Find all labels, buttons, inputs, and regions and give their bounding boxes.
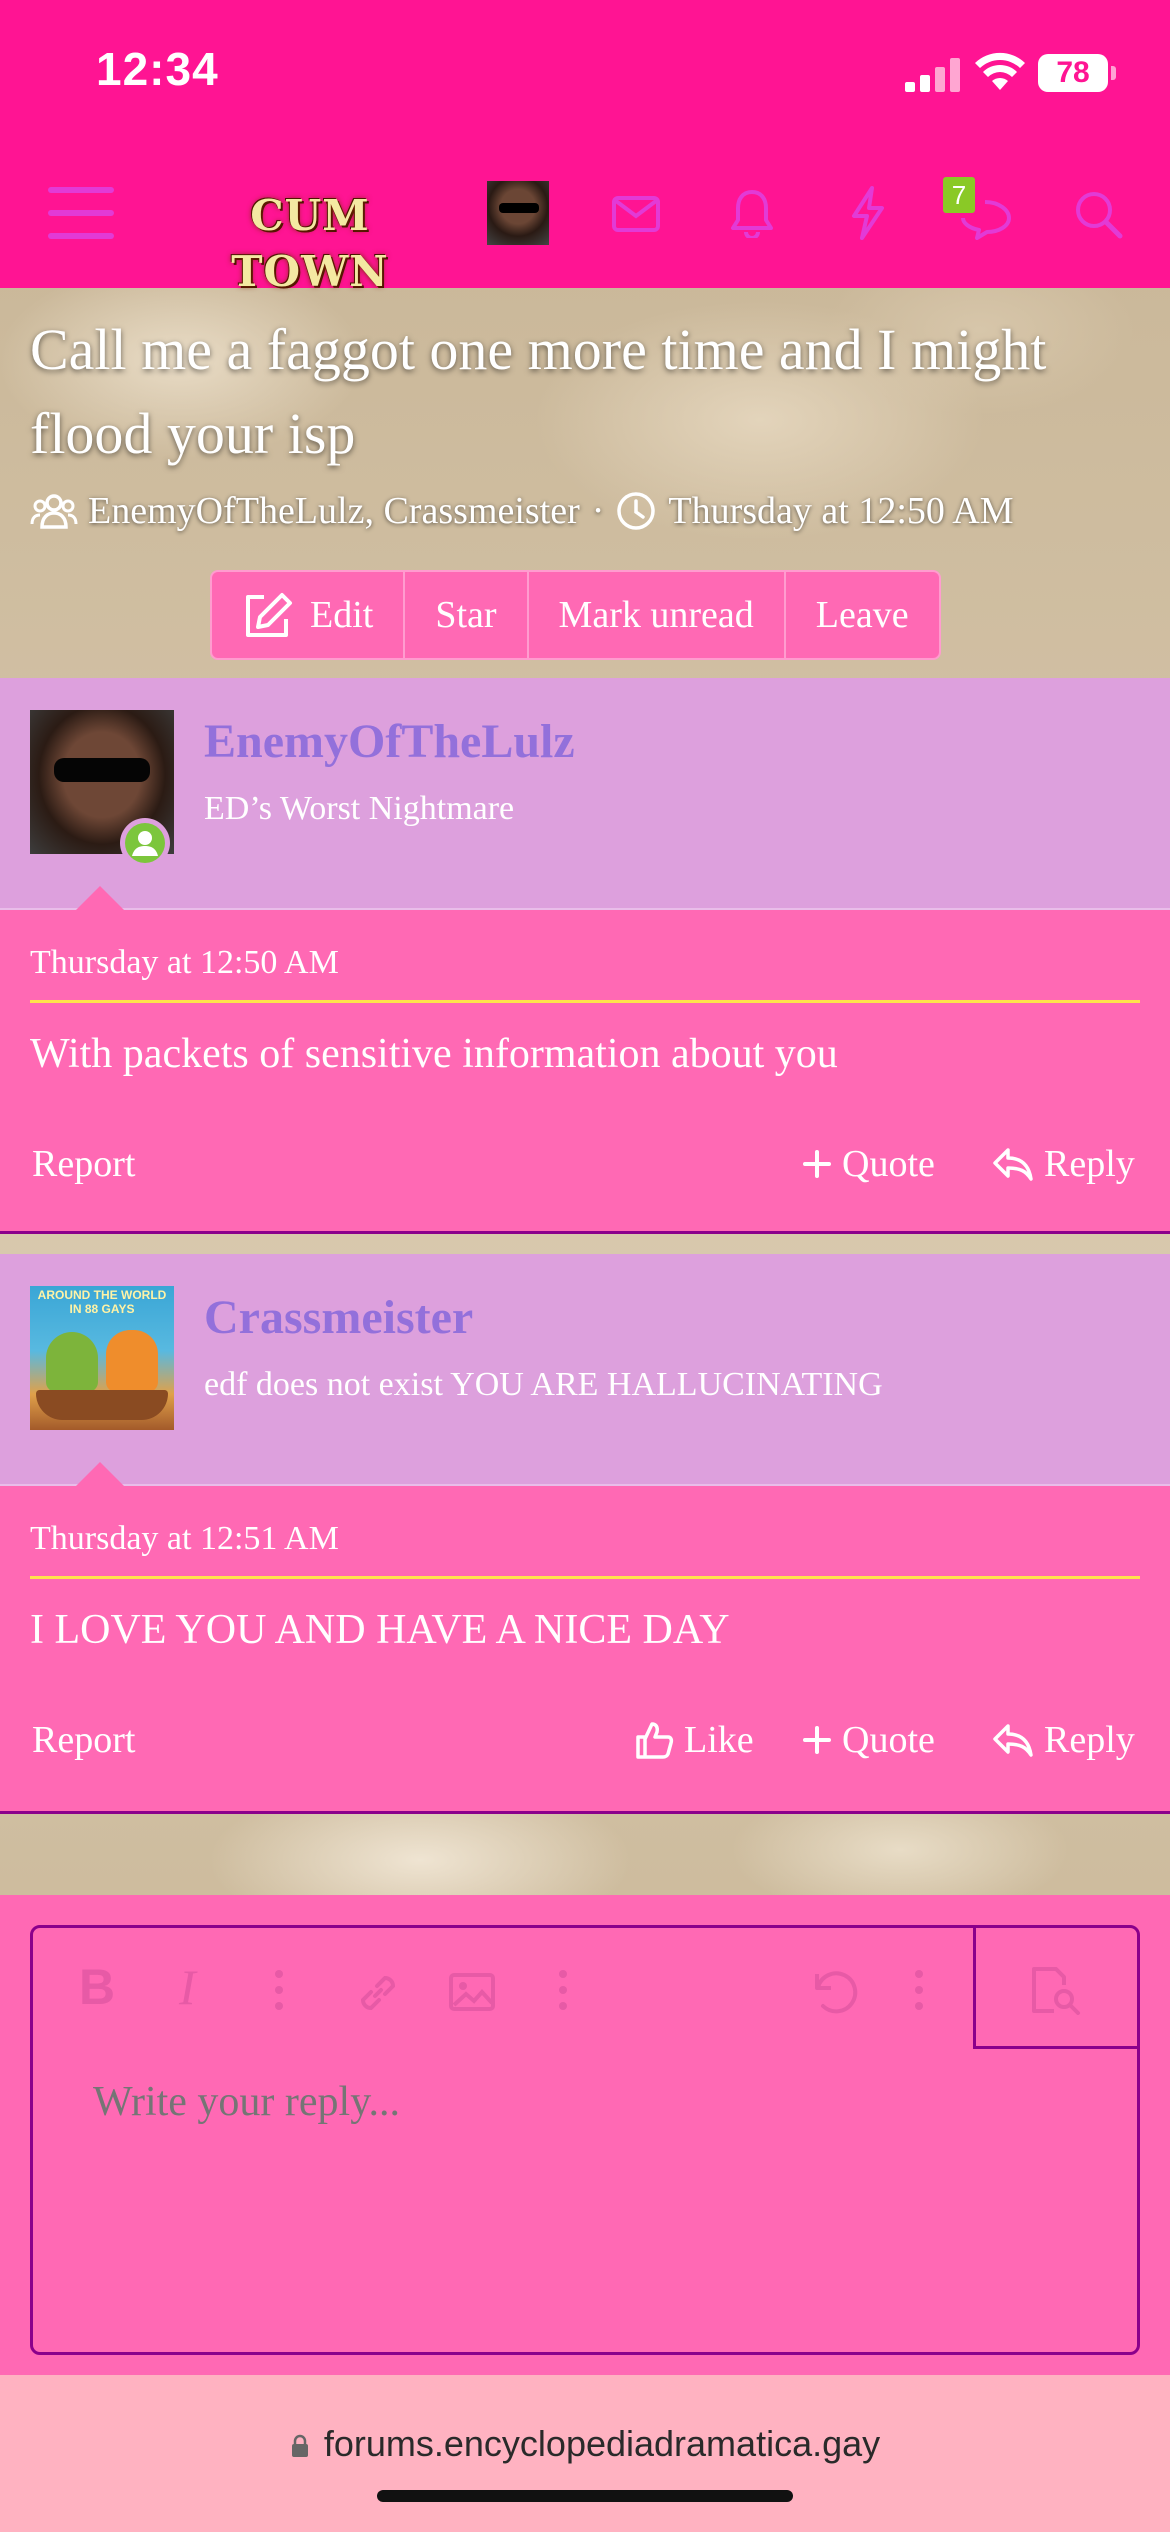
url-text: forums.encyclopediadramatica.gay <box>323 2423 881 2464</box>
reply-icon <box>993 1148 1033 1181</box>
undo-icon[interactable] <box>807 1966 863 2018</box>
conversations-badge: 7 <box>943 177 975 213</box>
clock-icon <box>617 492 656 530</box>
post-divider <box>30 1000 1140 1003</box>
cellular-signal-icon <box>905 58 960 92</box>
mark-unread-button[interactable]: Mark unread <box>529 572 786 658</box>
leave-button[interactable]: Leave <box>786 572 939 658</box>
quote-label: Quote <box>842 1143 935 1185</box>
reply-editor[interactable]: B I <box>30 1925 1140 2355</box>
preview-icon <box>1032 1967 1080 2015</box>
home-indicator <box>377 2490 793 2502</box>
post-body: Thursday at 12:51 AM I LOVE YOU AND HAVE… <box>0 1486 1170 1814</box>
post-message: I LOVE YOU AND HAVE A NICE DAY <box>30 1607 730 1653</box>
search-icon[interactable] <box>1072 188 1124 240</box>
image-icon[interactable] <box>448 1972 496 2012</box>
thread-title: Call me a faggot one more time and I mig… <box>30 317 1047 466</box>
preview-toggle[interactable] <box>973 1925 1140 2049</box>
clock: 12:34 <box>96 43 219 95</box>
reply-icon <box>993 1724 1033 1757</box>
quote-label: Quote <box>842 1719 935 1761</box>
post-actions: Report Like Quote Reply <box>0 1706 1170 1776</box>
report-button[interactable]: Report <box>32 1718 135 1762</box>
url-display[interactable]: forums.encyclopediadramatica.gay <box>0 2423 1170 2465</box>
post-body: Thursday at 12:50 AM With packets of sen… <box>0 910 1170 1234</box>
cat-figure <box>106 1330 158 1392</box>
report-button[interactable]: Report <box>32 1142 135 1186</box>
like-label: Like <box>684 1719 754 1761</box>
edit-button[interactable]: Edit <box>212 572 406 658</box>
battery-indicator: 78 <box>1038 54 1108 92</box>
online-status-icon <box>120 818 170 868</box>
post-pointer <box>74 886 126 912</box>
reply-button[interactable]: Reply <box>992 1142 1135 1186</box>
quick-reply: B I <box>0 1895 1170 2375</box>
browser-url-bar[interactable]: forums.encyclopediadramatica.gay <box>0 2375 1170 2532</box>
mail-icon[interactable] <box>612 196 660 232</box>
plus-icon <box>803 1150 831 1178</box>
more-options-icon[interactable] <box>557 1968 569 2012</box>
post-divider <box>30 1576 1140 1579</box>
thread-date: Thursday at 12:50 AM <box>668 490 1014 532</box>
edit-icon <box>246 593 292 637</box>
boat-shape <box>36 1390 168 1420</box>
message-post: EnemyOfTheLulz ED’s Worst Nightmare Thur… <box>0 678 1170 1234</box>
avatar[interactable]: AROUND THE WORLD IN 88 GAYS <box>30 1286 174 1430</box>
menu-icon[interactable] <box>48 185 114 241</box>
star-button[interactable]: Star <box>405 572 529 658</box>
wifi-icon <box>975 52 1025 90</box>
post-user-title: ED’s Worst Nightmare <box>204 790 515 827</box>
post-username[interactable]: EnemyOfTheLulz <box>204 714 575 769</box>
reply-input[interactable] <box>93 2078 1073 2126</box>
reply-label: Reply <box>1044 1143 1135 1185</box>
message-post: AROUND THE WORLD IN 88 GAYS Crassmeister… <box>0 1254 1170 1814</box>
link-icon[interactable] <box>353 1968 403 2018</box>
post-user-bar: EnemyOfTheLulz ED’s Worst Nightmare <box>0 678 1170 912</box>
thread-header: Call me a faggot one more time and I mig… <box>0 288 1170 678</box>
reply-button[interactable]: Reply <box>992 1718 1135 1762</box>
thread-meta: EnemyOfTheLulz, Crassmeister · Thursday … <box>30 486 1140 536</box>
site-logo[interactable]: CUM TOWN <box>180 188 440 296</box>
post-username[interactable]: Crassmeister <box>204 1290 473 1345</box>
bell-icon[interactable] <box>730 188 774 238</box>
participants-icon <box>30 494 78 529</box>
quote-button[interactable]: Quote <box>802 1142 935 1186</box>
plus-icon <box>803 1726 831 1754</box>
editor-toolbar: B I <box>33 1925 1140 2049</box>
more-options-icon[interactable] <box>913 1968 925 2012</box>
post-pointer <box>74 1462 126 1488</box>
meta-separator: · <box>591 490 605 532</box>
thread-participants[interactable]: EnemyOfTheLulz, Crassmeister <box>88 489 580 533</box>
battery-cap <box>1111 66 1116 80</box>
post-user-title: edf does not exist YOU ARE HALLUCINATING <box>204 1366 883 1403</box>
sunglasses <box>499 203 539 213</box>
like-button[interactable]: Like <box>634 1718 754 1762</box>
user-avatar-button[interactable] <box>487 181 549 245</box>
bold-icon[interactable]: B <box>79 1958 115 2016</box>
post-user-bar: AROUND THE WORLD IN 88 GAYS Crassmeister… <box>0 1254 1170 1488</box>
post-actions: Report Quote Reply <box>0 1130 1170 1200</box>
thread-button-group: Edit Star Mark unread Leave <box>210 570 941 660</box>
shrek-figure <box>46 1332 98 1392</box>
lock-icon <box>291 2434 308 2457</box>
post-message: With packets of sensitive information ab… <box>30 1031 838 1077</box>
post-date[interactable]: Thursday at 12:50 AM <box>30 944 339 982</box>
reply-label: Reply <box>1044 1719 1135 1761</box>
more-options-icon[interactable] <box>273 1968 285 2012</box>
sunglasses <box>54 758 150 782</box>
quote-button[interactable]: Quote <box>802 1718 935 1762</box>
thumbs-up-icon <box>636 1722 674 1759</box>
bolt-icon[interactable] <box>850 186 886 240</box>
status-bar: 12:34 78 <box>0 0 1170 150</box>
edit-label: Edit <box>310 594 374 636</box>
post-date[interactable]: Thursday at 12:51 AM <box>30 1520 339 1558</box>
avatar-caption: AROUND THE WORLD IN 88 GAYS <box>37 1288 167 1316</box>
italic-icon[interactable]: I <box>179 1958 196 2016</box>
